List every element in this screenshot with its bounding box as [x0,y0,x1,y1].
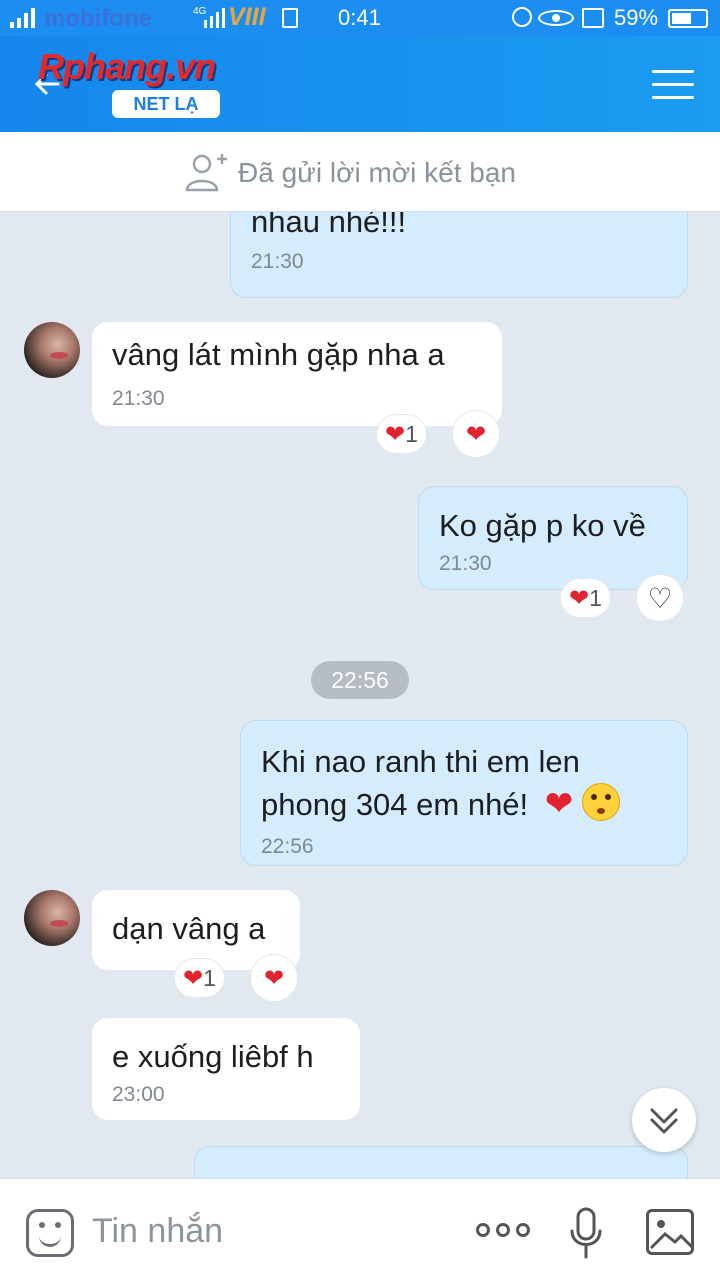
chat-header: Rphang.vn NET LẠ [0,36,720,132]
hamburger-menu-icon [652,96,694,99]
heart-icon: ❤ [465,421,487,448]
message-input[interactable] [92,1209,452,1253]
heart-icon: ❤ [263,965,285,992]
message-time: 21:30 [439,552,492,575]
double-chevron-down-icon [650,1108,678,1134]
eye-comfort-icon [538,10,574,26]
reaction-count[interactable]: ❤1 [560,578,611,618]
avatar[interactable] [24,322,80,378]
message-text: e xuống liêbf h [112,1039,314,1074]
message-text: dạn vâng a [112,911,266,946]
incoming-message[interactable]: e xuống liêbf h 23:00 [92,1018,360,1120]
reaction-count-value: 1 [203,965,216,991]
user-plus-icon [185,154,227,192]
react-button[interactable]: ❤ [452,410,500,458]
heart-outline-icon: ♡ [647,583,673,614]
signal-strength-icon [204,8,225,28]
message-text: vâng lát mình gặp nha a [112,337,445,372]
cast-icon [582,8,604,28]
watermark-logo: Rphang.vn NET LẠ [38,46,268,122]
reaction-count[interactable]: ❤1 [376,414,427,454]
friend-request-label: Đã gửi lời mời kết bạn [238,157,517,188]
battery-fill [672,13,691,24]
heart-emoji: ❤ [544,785,574,823]
reaction-count-value: 1 [405,421,418,447]
carrier-name: mobifone [44,5,152,32]
message-list[interactable]: nhau nhé!!! 21:30 vâng lát mình gặp nha … [0,212,720,1178]
heart-icon: ❤ [385,421,406,448]
message-text: nhau nhé!!! [251,212,407,239]
alarm-icon [512,7,532,27]
logo-brand: Rphang.vn [38,46,216,87]
avatar[interactable] [24,890,80,946]
scroll-to-bottom-button[interactable] [632,1088,696,1152]
message-text: Ko gặp p ko về [439,508,646,543]
reaction-count[interactable]: ❤1 [174,958,225,998]
outgoing-message[interactable]: Khi nao ranh thi em len phong 304 em nhé… [240,720,688,866]
react-button[interactable]: ♡ [636,574,684,622]
more-icon[interactable] [476,1223,530,1239]
hamburger-menu-icon [652,70,694,73]
heart-icon: ❤ [569,585,590,612]
react-button[interactable]: ❤ [250,954,298,1002]
friend-request-bar: Đã gửi lời mời kết bạn [0,132,720,212]
message-time: 21:30 [251,250,304,273]
outgoing-message[interactable]: nhau nhé!!! 21:30 [230,212,688,298]
outgoing-message[interactable] [194,1146,688,1178]
kiss-emoji-icon [581,783,620,821]
signal-strength-icon [10,8,35,28]
outgoing-message[interactable]: Ko gặp p ko về 21:30 [418,486,688,590]
message-time: 22:56 [261,835,314,858]
incoming-message[interactable]: vâng lát mình gặp nha a 21:30 [92,322,502,426]
hamburger-menu-icon [652,83,694,86]
message-composer [0,1178,720,1280]
message-text: Khi nao ranh thi em len phong 304 em nhé… [261,744,580,822]
status-bar: mobifone 4G VIII 0:41 59% [0,0,720,36]
battery-icon [668,9,708,28]
image-glyph [649,1220,691,1250]
date-divider: 22:56 [311,661,409,699]
menu-button[interactable] [652,68,694,102]
clock: 0:41 [338,5,381,30]
image-icon[interactable] [646,1209,694,1255]
carrier-logo: VIII [228,3,266,31]
logo-sub: NET LẠ [112,90,220,118]
message-time: 21:30 [112,387,165,410]
sticker-icon[interactable] [26,1209,74,1257]
reaction-count-value: 1 [589,585,602,611]
mic-icon[interactable] [568,1207,604,1261]
sim-icon [282,8,298,28]
battery-percent: 59% [614,5,659,30]
heart-icon: ❤ [183,965,204,992]
message-time: 23:00 [112,1083,165,1106]
